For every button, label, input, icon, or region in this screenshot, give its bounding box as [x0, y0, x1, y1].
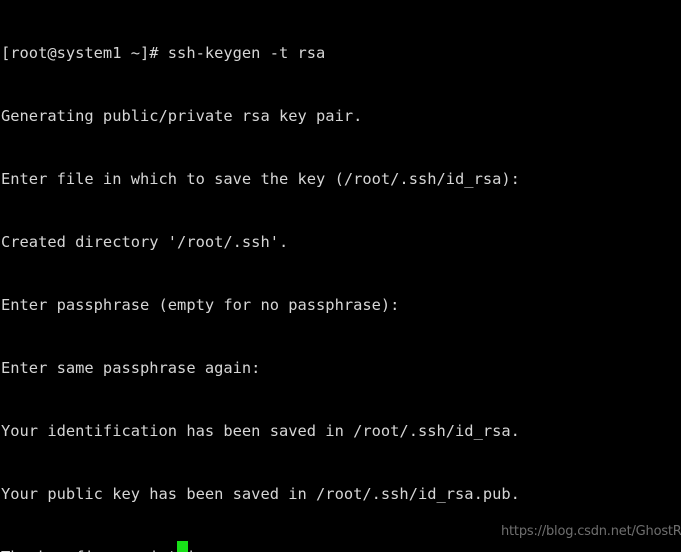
terminal-line: Your public key has been saved in /root/… — [1, 485, 520, 503]
terminal-screen[interactable]: [root@system1 ~]# ssh-keygen -t rsa Gene… — [0, 0, 557, 552]
terminal-line: Your identification has been saved in /r… — [1, 422, 520, 440]
terminal-line: Enter file in which to save the key (/ro… — [1, 170, 530, 188]
terminal-line: Enter same passphrase again: — [1, 359, 270, 377]
terminal-line: Generating public/private rsa key pair. — [1, 107, 363, 125]
terminal-line: Enter passphrase (empty for no passphras… — [1, 296, 409, 314]
terminal-line: Created directory '/root/.ssh'. — [1, 233, 289, 251]
terminal-line: The key fingerprint is: — [1, 547, 557, 552]
terminal-line: [root@system1 ~]# ssh-keygen -t rsa — [1, 44, 326, 62]
terminal-cursor — [177, 541, 188, 552]
terminal-window[interactable]: [root@system1 ~]# ssh-keygen -t rsa Gene… — [0, 0, 681, 552]
